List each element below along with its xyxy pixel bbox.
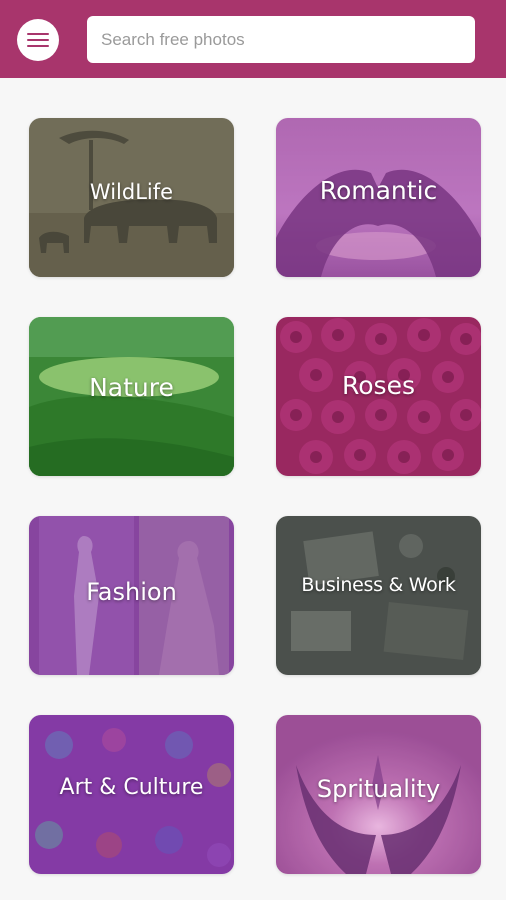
category-label: Nature (89, 373, 174, 402)
category-label: Roses (342, 371, 415, 400)
category-label: WildLife (89, 180, 174, 204)
category-tile-sprituality[interactable]: Sprituality (276, 715, 481, 874)
category-tile-romantic[interactable]: Romantic (276, 118, 481, 277)
category-label: Romantic (319, 176, 438, 205)
category-tile-business-work[interactable]: Business & Work (276, 516, 481, 675)
category-tile-nature[interactable]: Nature (29, 317, 234, 476)
category-tile-wildlife[interactable]: WildLife (29, 118, 234, 277)
search-input[interactable] (87, 16, 475, 63)
category-tile-roses[interactable]: Roses (276, 317, 481, 476)
category-label: Sprituality (316, 775, 441, 803)
category-label: Business & Work (301, 574, 456, 596)
category-label: Fashion (86, 578, 177, 606)
category-tile-art-culture[interactable]: Art & Culture (29, 715, 234, 874)
category-tile-fashion[interactable]: Fashion (29, 516, 234, 675)
menu-button[interactable] (17, 19, 59, 61)
category-label: Art & Culture (59, 775, 204, 800)
top-app-bar (0, 0, 506, 78)
hamburger-menu-icon (27, 33, 49, 47)
